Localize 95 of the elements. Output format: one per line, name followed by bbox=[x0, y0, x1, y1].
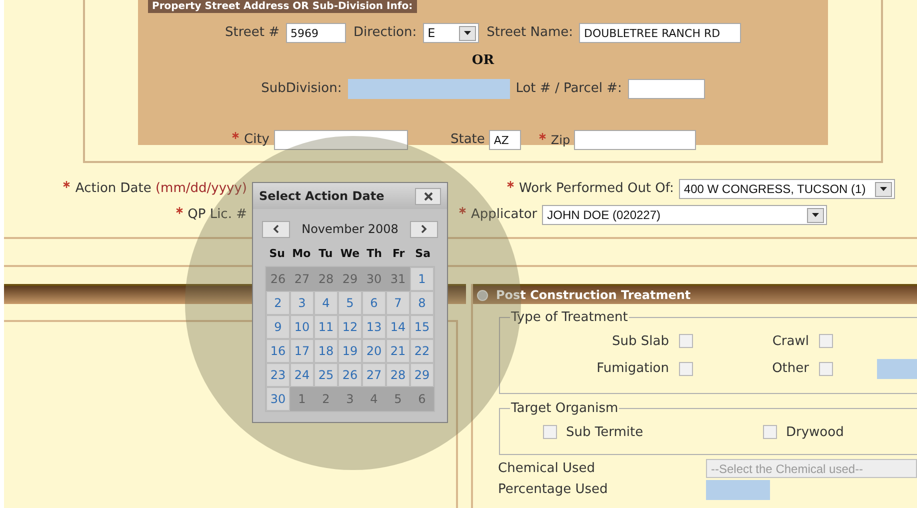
calendar-day[interactable]: 25 bbox=[314, 363, 338, 387]
calendar-day[interactable]: 27 bbox=[362, 363, 386, 387]
checkbox[interactable] bbox=[679, 362, 693, 376]
input-field[interactable]: AZ bbox=[488, 130, 521, 150]
calendar-day[interactable]: 7 bbox=[386, 291, 410, 315]
checkbox-label: Sub Slab bbox=[612, 332, 669, 350]
field-label: QP Lic. # bbox=[4, 205, 247, 225]
separator-text: OR bbox=[472, 52, 494, 70]
field-label: Zip bbox=[538, 131, 570, 149]
input-field[interactable]: 5969 bbox=[286, 23, 346, 43]
field-label: SubDivision: bbox=[261, 80, 342, 98]
section-header: Post Construction Treatment bbox=[473, 284, 917, 304]
weekday-header: Th bbox=[366, 246, 383, 262]
weekday-header: Tu bbox=[318, 246, 334, 262]
calendar-day[interactable]: 22 bbox=[410, 339, 434, 363]
calendar-day[interactable]: 26 bbox=[338, 363, 362, 387]
calendar-day[interactable]: 24 bbox=[290, 363, 314, 387]
checkbox-label: Fumigation bbox=[596, 360, 669, 378]
checkbox[interactable] bbox=[679, 334, 693, 348]
select-field[interactable]: JOHN DOE (020227) bbox=[542, 205, 828, 225]
field-label: City bbox=[232, 130, 270, 150]
popup-title: Select Action Date bbox=[259, 188, 384, 205]
calendar-day[interactable]: 29 bbox=[410, 363, 434, 387]
field-label: Lot # / Parcel #: bbox=[516, 80, 622, 98]
caret-icon bbox=[464, 31, 471, 35]
checkbox-label: Sub Termite bbox=[566, 424, 644, 442]
calendar-day[interactable]: 4 bbox=[314, 291, 338, 315]
weekday-header: Mo bbox=[291, 246, 312, 262]
calendar-day[interactable]: 20 bbox=[362, 339, 386, 363]
calendar-day[interactable]: 3 bbox=[290, 291, 314, 315]
calendar-day[interactable]: 11 bbox=[314, 315, 338, 339]
input-field[interactable] bbox=[628, 78, 705, 98]
weekday-header: Su bbox=[268, 246, 286, 262]
close-icon bbox=[424, 192, 432, 200]
weekday-header: Sa bbox=[414, 246, 432, 262]
field-label: State bbox=[450, 131, 485, 150]
calendar-day[interactable]: 15 bbox=[410, 315, 434, 339]
weekday-header: Fr bbox=[391, 246, 406, 262]
input-field[interactable]: DOUBLETREE RANCH RD bbox=[579, 23, 741, 43]
input-field[interactable] bbox=[574, 130, 696, 150]
dropdown-button[interactable] bbox=[458, 26, 476, 40]
calendar-day[interactable]: 17 bbox=[290, 339, 314, 363]
calendar-day[interactable]: 14 bbox=[386, 315, 410, 339]
input-field[interactable] bbox=[348, 78, 510, 98]
radio-icon bbox=[477, 290, 488, 300]
checkbox-label: Crawl bbox=[772, 332, 809, 350]
calendar-day[interactable]: 13 bbox=[362, 315, 386, 339]
field-label: Percentage Used bbox=[498, 480, 609, 499]
checkbox-label: Other bbox=[772, 360, 809, 378]
calendar-day[interactable]: 6 bbox=[362, 291, 386, 315]
checkbox-label: Drywood bbox=[786, 424, 844, 442]
chevron-right-icon bbox=[421, 225, 427, 233]
field-label: Chemical Used bbox=[498, 460, 596, 478]
fieldset-legend: Target Organism bbox=[510, 399, 620, 418]
field-label: Work Performed Out Of: bbox=[507, 179, 674, 199]
calendar-day[interactable]: 1 bbox=[410, 267, 434, 291]
next-month-button[interactable] bbox=[410, 220, 438, 238]
calendar-day[interactable]: 21 bbox=[386, 339, 410, 363]
checkbox[interactable] bbox=[543, 425, 557, 440]
calendar-day[interactable]: 8 bbox=[410, 291, 434, 315]
select-field[interactable]: 400 W CONGRESS, TUCSON (1) bbox=[678, 179, 895, 199]
field-label: Street Name: bbox=[486, 24, 573, 42]
calendar-day[interactable]: 9 bbox=[266, 315, 290, 339]
dropdown-button[interactable] bbox=[874, 182, 892, 196]
calendar-day[interactable]: 10 bbox=[290, 315, 314, 339]
calendar-day[interactable]: 30 bbox=[266, 387, 290, 411]
panel-title: Property Street Address OR Sub-Division Info: bbox=[148, 0, 417, 13]
close-button[interactable] bbox=[415, 188, 441, 204]
calendar-day[interactable]: 16 bbox=[266, 339, 290, 363]
calendar-day[interactable]: 5 bbox=[338, 291, 362, 315]
chevron-left-icon bbox=[273, 225, 279, 233]
calendar-day[interactable]: 2 bbox=[266, 291, 290, 315]
input-field[interactable] bbox=[706, 480, 770, 500]
checkbox[interactable] bbox=[819, 334, 833, 348]
field-label: Direction: bbox=[354, 24, 417, 42]
month-title: November 2008 bbox=[300, 221, 400, 238]
calendar-day[interactable]: 23 bbox=[266, 363, 290, 387]
previous-month-button[interactable] bbox=[262, 220, 290, 238]
fieldset-legend: Type of Treatment bbox=[510, 308, 629, 328]
calendar-day[interactable]: 19 bbox=[338, 339, 362, 363]
caret-icon bbox=[812, 213, 820, 217]
field-label: Action Date (mm/dd/yyyy) bbox=[4, 179, 247, 199]
field-label: Street # bbox=[224, 24, 280, 42]
calendar-day[interactable]: 18 bbox=[314, 339, 338, 363]
calendar-day[interactable]: 28 bbox=[386, 363, 410, 387]
field-label: Applicator bbox=[459, 205, 538, 225]
input-field[interactable] bbox=[877, 359, 917, 379]
weekday-header: We bbox=[339, 246, 361, 262]
checkbox[interactable] bbox=[819, 362, 833, 376]
select-field[interactable]: E bbox=[422, 23, 479, 43]
caret-icon bbox=[880, 187, 887, 191]
calendar-day[interactable]: 12 bbox=[338, 315, 362, 339]
dropdown-button[interactable] bbox=[807, 208, 824, 222]
checkbox[interactable] bbox=[763, 425, 777, 440]
input-field[interactable] bbox=[274, 130, 408, 150]
